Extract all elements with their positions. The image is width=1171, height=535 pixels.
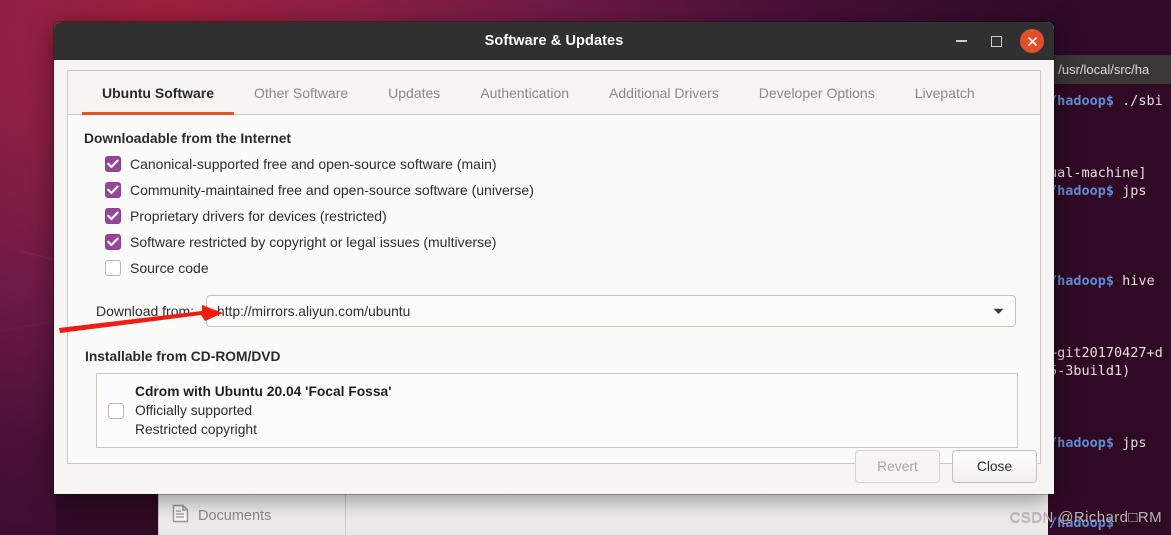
repository-checkbox-row[interactable]: Source code	[105, 260, 1024, 276]
terminal-line: /hadoop$ hive	[1048, 273, 1155, 289]
tab-other-software[interactable]: Other Software	[234, 71, 368, 114]
checkbox-checked-icon[interactable]	[105, 156, 121, 172]
terminal-window-background-sliver	[56, 492, 158, 535]
repository-checkbox-row[interactable]: Community-maintained free and open-sourc…	[105, 182, 1024, 198]
terminal-line: +git20170427+d	[1048, 345, 1163, 361]
tab-ubuntu-software[interactable]: Ubuntu Software	[82, 71, 234, 115]
repository-checkbox-row[interactable]: Canonical-supported free and open-source…	[105, 156, 1024, 172]
terminal-prompt: /hadoop$	[1049, 273, 1115, 289]
file-manager-item-documents[interactable]: Documents	[172, 504, 271, 528]
tab-livepatch[interactable]: Livepatch	[895, 71, 995, 114]
cdrom-entry[interactable]: Cdrom with Ubuntu 20.04 'Focal Fossa' Of…	[96, 373, 1018, 448]
terminal-text: +git20170427+d	[1049, 345, 1163, 361]
divider	[158, 493, 159, 535]
internet-section-title: Downloadable from the Internet	[84, 131, 291, 146]
repository-checkbox-label: Canonical-supported free and open-source…	[130, 156, 497, 172]
terminal-prompt: /hadoop$	[1049, 435, 1115, 451]
tab-updates[interactable]: Updates	[368, 71, 460, 114]
settings-notebook: Ubuntu Software Other Software Updates Auth…	[67, 70, 1041, 464]
terminal-line: 5-3build1)	[1048, 363, 1131, 379]
cdrom-section-title: Installable from CD-ROM/DVD	[85, 349, 281, 364]
repository-checkbox-row[interactable]: Proprietary drivers for devices (restric…	[105, 208, 1024, 224]
repository-checkbox-label: Community-maintained free and open-sourc…	[130, 182, 534, 198]
window-controls	[950, 22, 1044, 60]
terminal-text: ual-machine]	[1049, 165, 1147, 181]
repository-checkbox-label: Proprietary drivers for devices (restric…	[130, 208, 387, 224]
tab-developer-options[interactable]: Developer Options	[739, 71, 895, 114]
dialog-footer: Revert Close	[54, 438, 1054, 494]
cdrom-support: Officially supported	[135, 402, 253, 418]
repository-checkbox-label: Software restricted by copyright or lega…	[130, 234, 497, 250]
ubuntu-software-panel: Downloadable from the Internet Canonical…	[68, 115, 1040, 463]
cdrom-license: Restricted copyright	[135, 422, 257, 438]
repository-checkbox-list: Canonical-supported free and open-source…	[84, 156, 1024, 276]
terminal-text: ./sbi	[1114, 93, 1163, 109]
checkbox-checked-icon[interactable]	[105, 208, 121, 224]
tab-authentication[interactable]: Authentication	[460, 71, 589, 114]
cdrom-description: Cdrom with Ubuntu 20.04 'Focal Fossa' Of…	[135, 382, 391, 439]
document-icon	[172, 504, 189, 528]
download-from-combobox[interactable]: http://mirrors.aliyun.com/ubuntu	[206, 295, 1016, 327]
checkbox-unchecked-icon[interactable]	[105, 260, 121, 276]
close-icon[interactable]	[1020, 29, 1044, 53]
checkbox-checked-icon[interactable]	[105, 182, 121, 198]
chevron-down-icon	[993, 302, 1004, 320]
close-button[interactable]: Close	[952, 449, 1037, 483]
terminal-titlebar: : /usr/local/src/ha	[1048, 55, 1171, 84]
terminal-line: /hadoop$ ./sbi	[1048, 93, 1163, 109]
maximize-icon[interactable]	[985, 30, 1007, 52]
download-from-value: http://mirrors.aliyun.com/ubuntu	[217, 303, 411, 319]
software-and-updates-dialog: Software & Updates Ubuntu Software Other …	[54, 22, 1054, 494]
terminal-text: jps	[1114, 183, 1147, 199]
watermark: CSDN @Richard□RM	[1009, 509, 1162, 526]
tab-bar: Ubuntu Software Other Software Updates Auth…	[68, 71, 1040, 115]
tab-additional-drivers[interactable]: Additional Drivers	[589, 71, 739, 114]
terminal-line: /hadoop$ jps	[1048, 435, 1147, 451]
download-from-row: Download from: http://mirrors.aliyun.com…	[96, 295, 1024, 327]
terminal-window[interactable]: : /usr/local/src/ha /hadoop$ ./sbi ual-ma…	[1048, 55, 1171, 535]
revert-button[interactable]: Revert	[855, 449, 940, 483]
terminal-prompt: /hadoop$	[1049, 93, 1115, 109]
file-manager-item-label: Documents	[198, 508, 272, 524]
dialog-titlebar[interactable]: Software & Updates	[54, 22, 1054, 60]
cdrom-title: Cdrom with Ubuntu 20.04 'Focal Fossa'	[135, 383, 392, 399]
terminal-title: : /usr/local/src/ha	[1051, 62, 1150, 77]
desktop: : /usr/local/src/ha /hadoop$ ./sbi ual-ma…	[0, 0, 1171, 535]
dialog-title: Software & Updates	[484, 33, 624, 49]
cdrom-checkbox[interactable]	[108, 402, 124, 419]
terminal-text: jps	[1114, 435, 1147, 451]
divider	[345, 493, 346, 535]
download-from-label: Download from:	[96, 303, 195, 319]
minimize-icon[interactable]	[950, 30, 972, 52]
file-manager-strip[interactable]: Documents	[158, 492, 1048, 535]
repository-checkbox-label: Source code	[130, 260, 209, 276]
terminal-prompt: /hadoop$	[1049, 183, 1115, 199]
terminal-line: ual-machine]	[1048, 165, 1147, 181]
repository-checkbox-row[interactable]: Software restricted by copyright or lega…	[105, 234, 1024, 250]
checkbox-checked-icon[interactable]	[105, 234, 121, 250]
terminal-text: hive	[1114, 273, 1155, 289]
terminal-text: 5-3build1)	[1049, 363, 1131, 379]
terminal-line: /hadoop$ jps	[1048, 183, 1147, 199]
